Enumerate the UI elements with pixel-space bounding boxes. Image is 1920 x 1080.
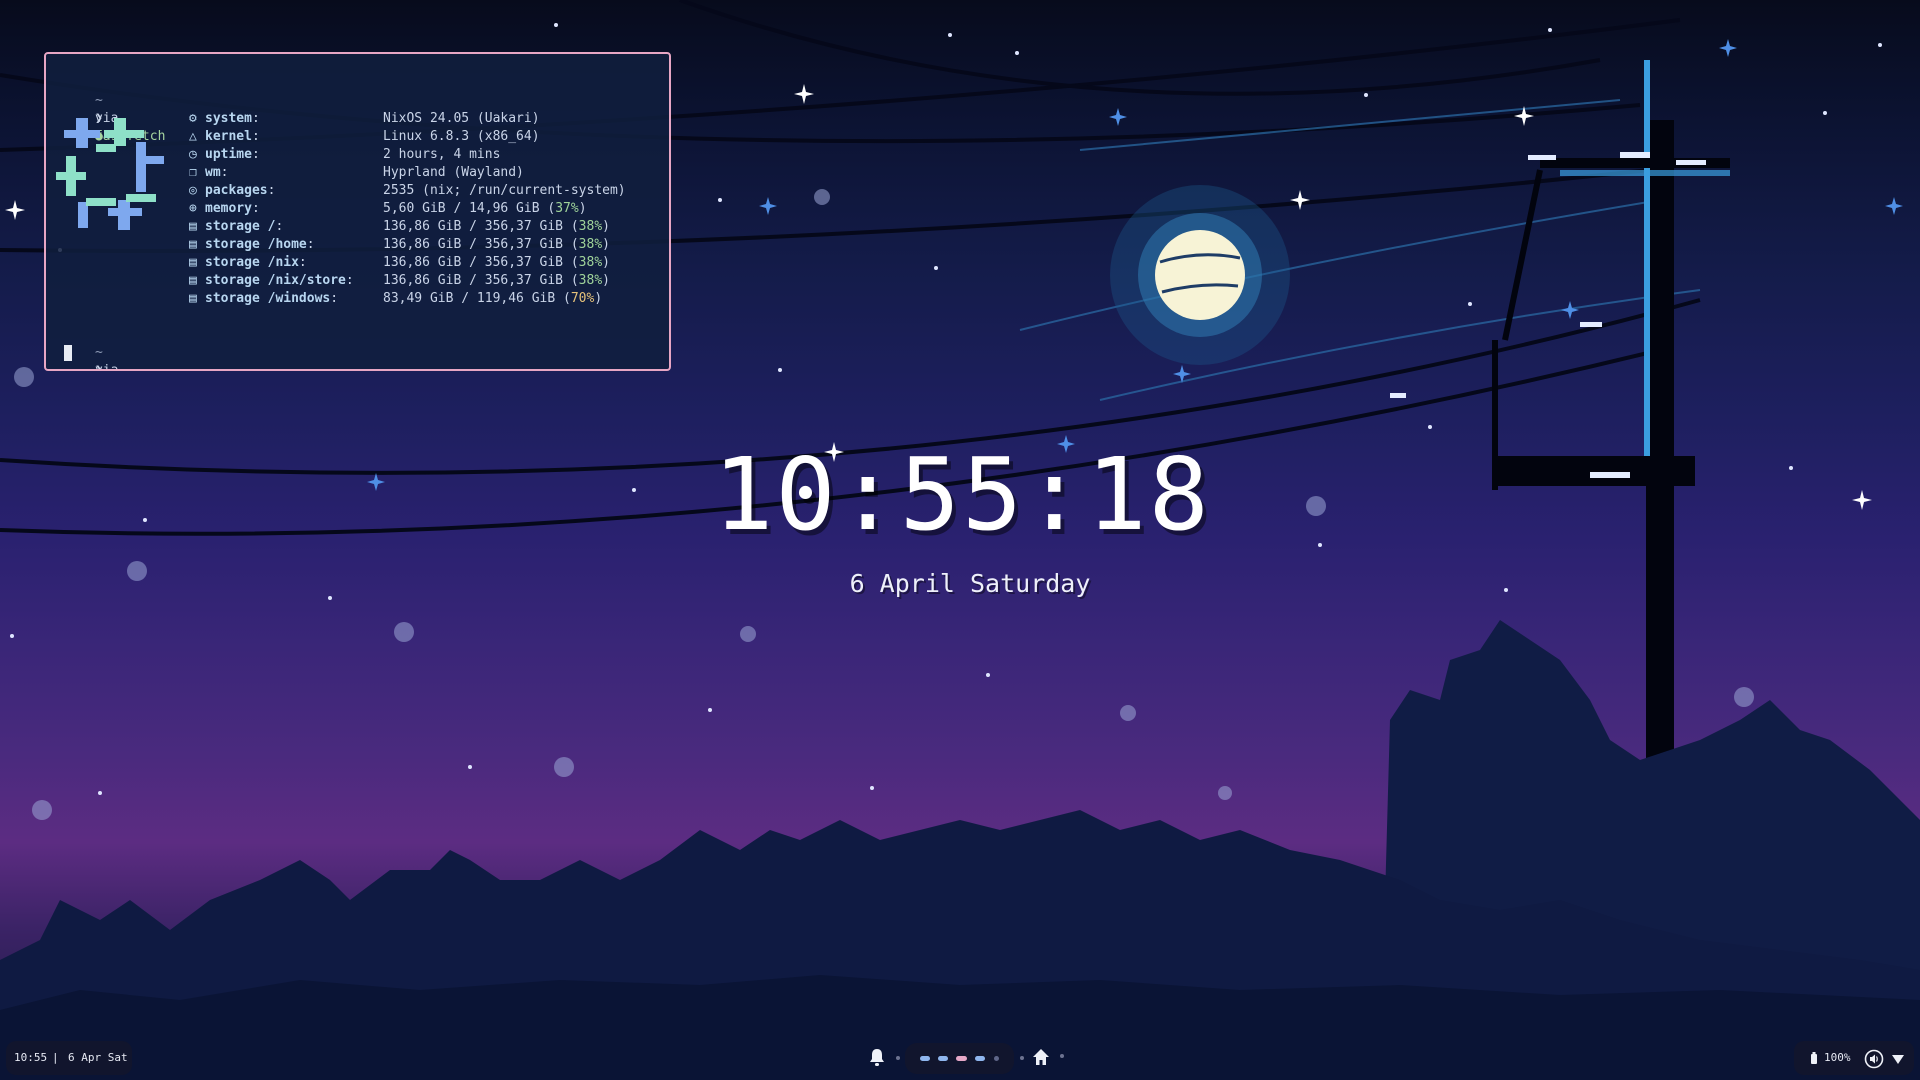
workspace-5[interactable] [994, 1056, 999, 1061]
terminal-window[interactable]: ~ via ● ❯ fastfetch ⚙system: △ke [44, 52, 671, 371]
ff-row-storage-nix: ▤ storage /nix: [189, 255, 307, 270]
clock-date: 6 April Saturday [849, 569, 1091, 598]
fastfetch-keys: ⚙ system: △ kernel: ◷ uptime: ❐ wm: ◎ package… [189, 110, 354, 308]
ff-row-storage-windows: ▤ storage /windows: [189, 291, 339, 306]
ff-row-storage-nix-store: ▤ storage /nix/store: [189, 273, 354, 288]
ff-row-wm: ❐ wm: [189, 165, 229, 180]
ff-value-storage-nix: 136,86 GiB / 356,37 GiB [383, 255, 564, 270]
workspace-2[interactable] [938, 1056, 948, 1061]
taskbar-clock[interactable]: 10:55 | 6 Apr Sat [6, 1041, 132, 1075]
ff-row-uptime: ◷ uptime: [189, 147, 260, 162]
ff-value-memory: 5,60 GiB / 14,96 GiB [383, 201, 540, 216]
ff-value-storage-home: 136,86 GiB / 356,37 GiB [383, 237, 564, 252]
ff-value-storage-root: 136,86 GiB / 356,37 GiB [383, 219, 564, 234]
status-tray: 100% [1794, 1041, 1914, 1075]
disk-icon: ▤ [189, 255, 197, 270]
taskbar-date: 6 Apr Sat [68, 1051, 128, 1064]
package-icon: ◎ [189, 183, 197, 198]
clock-icon: ◷ [189, 147, 197, 162]
fastfetch-values: NixOS 24.05 (Uakari) Linux 6.8.3 (x86_64… [383, 111, 626, 306]
ff-pct-storage-nix-store: 38% [578, 273, 603, 288]
home-icon[interactable] [1030, 1046, 1052, 1068]
memory-icon: ⊕ [189, 201, 197, 216]
gear-icon: ⚙ [189, 111, 197, 126]
ff-pct-memory: 37% [555, 201, 579, 216]
separator-dot [1060, 1054, 1064, 1058]
ff-row-memory: ⊕ memory: [189, 201, 260, 216]
disk-icon: ▤ [189, 273, 197, 288]
brightness-label: 100% [1824, 1051, 1851, 1064]
volume-icon[interactable] [1864, 1049, 1884, 1069]
ff-row-packages: ◎ packages: [189, 183, 276, 198]
notification-bell-icon[interactable] [866, 1046, 888, 1068]
ff-row-storage-home: ▤ storage /home: [189, 237, 315, 252]
windows-icon: ❐ [189, 165, 197, 180]
nixos-logo-icon [56, 118, 164, 230]
taskbar-time: 10:55 [14, 1051, 48, 1064]
separator-dot [896, 1056, 900, 1060]
workspace-1[interactable] [920, 1056, 930, 1061]
terminal-cursor [64, 345, 72, 361]
ff-row-storage-root: ▤ storage /: [189, 219, 284, 234]
prompt-symbol: ❯ [94, 363, 103, 371]
ff-pct-storage-nix: 38% [578, 255, 603, 270]
disk-icon: ▤ [189, 237, 197, 252]
disk-icon: ▤ [189, 291, 197, 306]
ff-value-storage-nix-store: 136,86 GiB / 356,37 GiB [383, 273, 564, 288]
separator-dot [1020, 1056, 1024, 1060]
ff-pct-storage-home: 38% [578, 237, 603, 252]
disk-icon: ▤ [189, 219, 197, 234]
ff-pct-storage-root: 38% [578, 219, 603, 234]
ff-value-uptime: 2 hours, 4 mins [383, 147, 501, 162]
ff-value-system: NixOS 24.05 (Uakari) [383, 111, 540, 126]
desktop-wallpaper: ~ via ● ❯ fastfetch ⚙system: △ke [0, 0, 1920, 1080]
ff-value-wm: Hyprland (Wayland) [383, 165, 524, 180]
ff-pct-storage-windows: 70% [570, 291, 595, 306]
ff-row-kernel: △ kernel: [189, 129, 260, 144]
taskbar-separator: | [52, 1051, 59, 1064]
ff-value-kernel: Linux 6.8.3 (x86_64) [383, 129, 540, 144]
ff-row-system: ⚙ system: [189, 111, 260, 126]
workspace-4[interactable] [975, 1056, 985, 1061]
brightness-icon[interactable] [1810, 1052, 1818, 1065]
workspace-switcher [905, 1043, 1014, 1074]
terminal-input-line[interactable]: ❯ [48, 344, 103, 371]
ff-value-packages: 2535 (nix; /run/current-system) [383, 183, 626, 198]
ff-value-storage-windows: 83,49 GiB / 119,46 GiB [383, 291, 556, 306]
penguin-icon: △ [189, 129, 197, 144]
wifi-icon[interactable] [1892, 1053, 1904, 1065]
clock-time: 10:55:18 [713, 436, 1211, 553]
workspace-3-active[interactable] [956, 1056, 967, 1061]
